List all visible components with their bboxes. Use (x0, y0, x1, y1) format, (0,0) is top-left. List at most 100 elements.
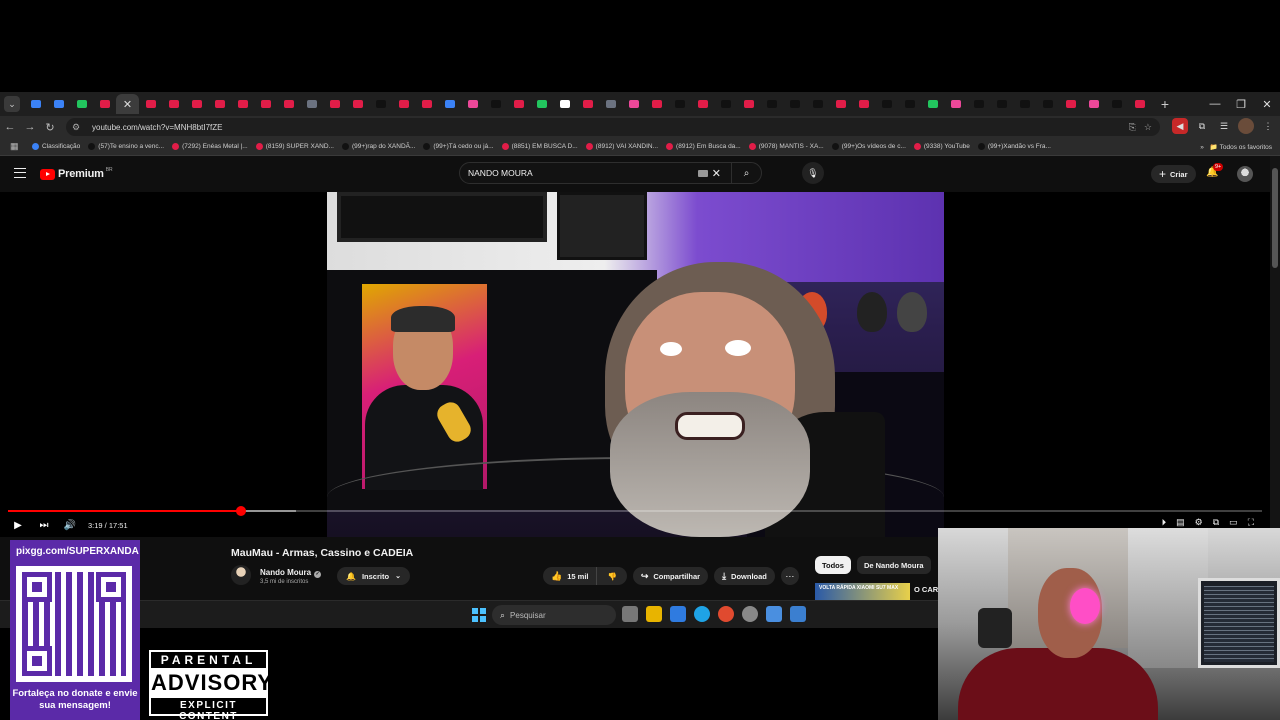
browser-tab[interactable] (323, 94, 346, 114)
taskbar-search[interactable]: ⌕ Pesquisar (492, 605, 616, 625)
tab-search-icon[interactable]: ⌄ (4, 96, 20, 112)
browser-tab[interactable] (1128, 94, 1151, 114)
close-window-icon[interactable]: ✕ (1254, 98, 1280, 111)
bookmark-item[interactable]: (8912) VAI XANDIN... (585, 143, 658, 150)
browser-tab[interactable]: ✕ (116, 94, 139, 114)
taskbar-app-icon[interactable] (694, 606, 710, 622)
apps-grid-icon[interactable]: ▦ (10, 141, 24, 152)
search-button[interactable]: ⌕ (731, 163, 761, 183)
bookmark-item[interactable]: (7292) Enéas Metal |... (172, 143, 248, 150)
menu-icon[interactable] (14, 168, 26, 178)
browser-tab[interactable] (162, 94, 185, 114)
browser-tab[interactable] (277, 94, 300, 114)
fullscreen-icon[interactable]: ⛶ (1248, 517, 1254, 528)
browser-tab[interactable] (875, 94, 898, 114)
bookmark-item[interactable]: (9078) MANTIS - XA... (748, 143, 824, 150)
taskbar-app-icon[interactable] (646, 606, 662, 622)
install-app-icon[interactable]: ⎘ (1129, 122, 1136, 133)
recommended-thumbnail[interactable]: VOLTA RÁPIDA XIAOMI SU7 MAX (815, 583, 910, 600)
browser-tab[interactable] (24, 94, 47, 114)
channel-name[interactable]: Nando Moura ✓ (260, 568, 322, 578)
bookmark-item[interactable]: (8912) Em Busca da... (666, 143, 741, 150)
keyboard-icon[interactable] (697, 169, 708, 177)
scrollbar-thumb[interactable] (1272, 168, 1278, 268)
more-bookmarks-icon[interactable]: » (1200, 144, 1204, 151)
browser-tab[interactable] (346, 94, 369, 114)
more-actions-button[interactable]: ⋯ (780, 567, 799, 585)
dislike-button[interactable]: 👎 (597, 567, 627, 585)
browser-tab[interactable] (645, 94, 668, 114)
bookmark-item[interactable]: (9338) YouTube (913, 143, 970, 150)
search-input[interactable]: NANDO MOURA (468, 168, 698, 178)
taskbar-app-icon[interactable] (742, 606, 758, 622)
voice-search-button[interactable]: 🎙 (802, 162, 824, 184)
browser-tab[interactable] (1082, 94, 1105, 114)
browser-tab[interactable] (254, 94, 277, 114)
browser-tab[interactable] (622, 94, 645, 114)
subscribed-button[interactable]: 🔔 Inscrito ⌄ (337, 567, 410, 585)
bookmark-item[interactable]: (99+)rap do XANDÃ... (341, 143, 415, 150)
channel-avatar[interactable] (231, 565, 251, 585)
reading-list-icon[interactable]: ☰ (1216, 118, 1232, 134)
browser-tab[interactable] (139, 94, 162, 114)
browser-tab[interactable] (990, 94, 1013, 114)
video-player[interactable] (0, 192, 1270, 537)
settings-gear-icon[interactable]: ⚙ (1195, 517, 1203, 528)
bookmark-item[interactable]: (99+)Xandão vs Fra... (977, 143, 1051, 150)
browser-tab[interactable] (967, 94, 990, 114)
bookmark-item[interactable]: (8159) SUPER XAND... (255, 143, 334, 150)
bookmark-item[interactable]: (57)Te ensino a venc... (88, 143, 164, 150)
browser-tab[interactable] (392, 94, 415, 114)
play-icon[interactable]: ▶ (10, 520, 26, 531)
browser-tab[interactable] (1105, 94, 1128, 114)
autoplay-toggle-icon[interactable]: ⏵ (1162, 517, 1167, 528)
bookmark-item[interactable]: (8851) EM BUSCA D... (501, 143, 578, 150)
browser-tab[interactable] (369, 94, 392, 114)
taskbar-app-icon[interactable] (670, 606, 686, 622)
browser-tab[interactable] (852, 94, 875, 114)
browser-tab[interactable] (185, 94, 208, 114)
windows-start-icon[interactable] (472, 608, 486, 622)
browser-tab[interactable] (47, 94, 70, 114)
volume-icon[interactable]: 🔊 (62, 520, 78, 531)
taskbar-app-icon[interactable] (718, 606, 734, 622)
download-button[interactable]: ⤓ Download (714, 567, 775, 585)
clear-search-icon[interactable]: ✕ (712, 167, 721, 180)
browser-tab[interactable] (231, 94, 254, 114)
browser-tab[interactable] (760, 94, 783, 114)
browser-tab[interactable] (415, 94, 438, 114)
new-tab-button[interactable]: + (1155, 96, 1175, 112)
audio-tab-icon[interactable]: ◀ (1172, 118, 1188, 134)
browser-tab[interactable] (668, 94, 691, 114)
site-info-icon[interactable]: ⚙ (72, 122, 86, 133)
browser-tab[interactable] (898, 94, 921, 114)
bookmark-item[interactable]: Classificação (32, 143, 80, 150)
browser-tab[interactable] (737, 94, 760, 114)
chip-all[interactable]: Todos (815, 556, 851, 574)
browser-tab[interactable] (576, 94, 599, 114)
theater-mode-icon[interactable]: ▭ (1229, 517, 1238, 528)
taskbar-app-icon[interactable] (622, 606, 638, 622)
progress-bar[interactable] (8, 506, 1262, 516)
browser-tab[interactable] (93, 94, 116, 114)
close-tab-icon[interactable]: ✕ (123, 98, 132, 111)
browser-tab[interactable] (921, 94, 944, 114)
browser-tab[interactable] (553, 94, 576, 114)
browser-tab[interactable] (461, 94, 484, 114)
browser-tab[interactable] (507, 94, 530, 114)
youtube-logo[interactable]: Premium BR (40, 167, 113, 180)
browser-tab[interactable] (829, 94, 852, 114)
create-button[interactable]: + Criar (1151, 165, 1196, 183)
browser-tab[interactable] (530, 94, 553, 114)
back-icon[interactable]: ← (0, 121, 20, 133)
taskbar-app-icon[interactable] (790, 606, 806, 622)
minimize-icon[interactable]: — (1202, 98, 1228, 110)
chip-from-channel[interactable]: De Nando Moura (856, 556, 931, 574)
bookmark-star-icon[interactable]: ☆ (1144, 122, 1152, 133)
share-button[interactable]: ↪ Compartilhar (632, 567, 709, 585)
all-bookmarks[interactable]: 📁 Todos os favoritos (1210, 143, 1272, 151)
browser-tab[interactable] (1036, 94, 1059, 114)
profile-avatar[interactable] (1238, 118, 1254, 134)
browser-tab[interactable] (484, 94, 507, 114)
browser-tab[interactable] (691, 94, 714, 114)
